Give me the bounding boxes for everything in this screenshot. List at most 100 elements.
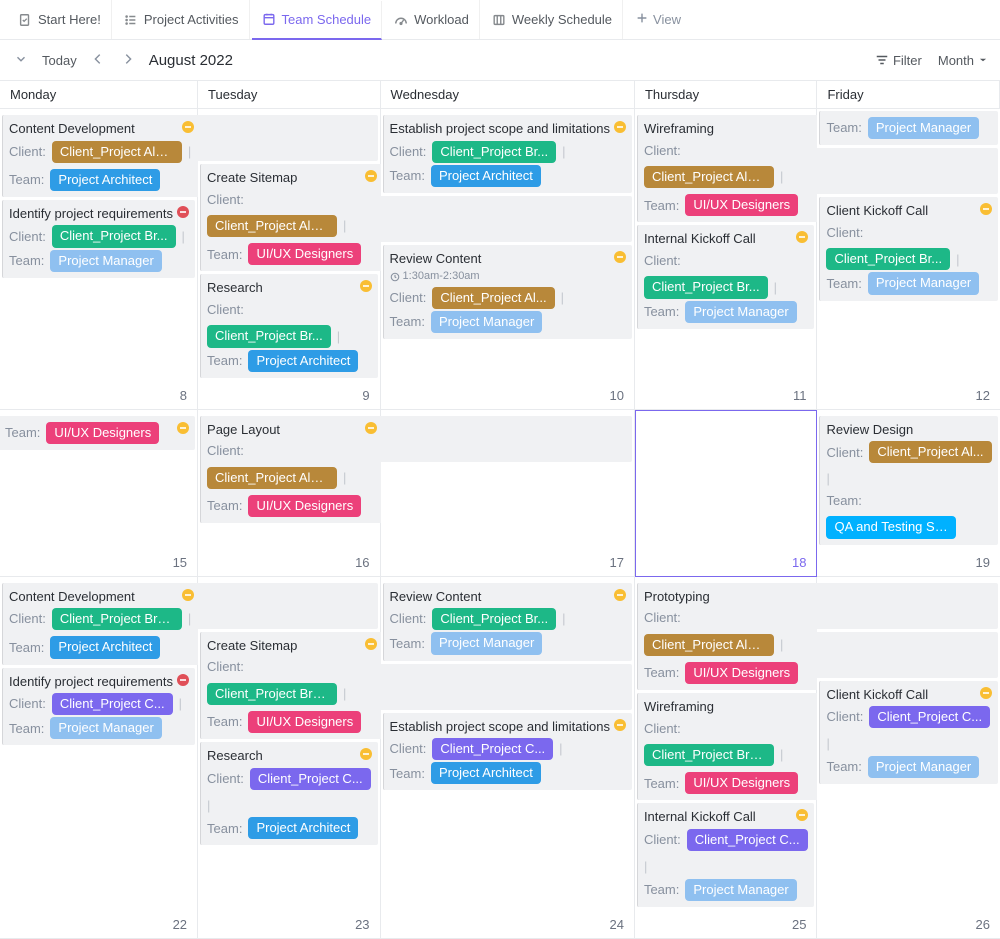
tag-chip[interactable]: UI/UX Designers	[685, 662, 798, 684]
tag-chip[interactable]: Client_Project C...	[432, 738, 553, 760]
tag-chip[interactable]: Project Manager	[868, 756, 979, 778]
tag-chip[interactable]: Client_Project Br...	[644, 276, 768, 298]
day-cell[interactable]: Client Kickoff CallClient:Client_Project…	[817, 577, 1000, 939]
filter-button[interactable]: Filter	[875, 53, 922, 68]
tag-chip[interactable]: Project Manager	[431, 632, 542, 654]
calendar-event[interactable]: Team:Project Manager	[819, 111, 998, 145]
tab-weekly-schedule[interactable]: Weekly Schedule	[482, 0, 623, 39]
calendar-event[interactable]	[816, 148, 998, 194]
tag-chip[interactable]: Project Manager	[685, 879, 796, 901]
tag-chip[interactable]: Project Architect	[431, 762, 541, 784]
add-view-button[interactable]: View	[625, 11, 691, 28]
tag-chip[interactable]: UI/UX Designers	[248, 711, 361, 733]
tag-chip[interactable]: Client_Project Alpha	[207, 215, 337, 237]
tag-chip[interactable]: Project Architect	[248, 817, 358, 839]
day-cell[interactable]: WireframingClient:Client_Project Alpha|T…	[635, 109, 818, 410]
tag-chip[interactable]: UI/UX Designers	[248, 495, 361, 517]
calendar-event[interactable]: Page LayoutClient:Client_Project Alpha|T…	[200, 416, 383, 523]
range-picker[interactable]: Month	[938, 53, 988, 68]
calendar-event[interactable]: PrototypingClient:Client_Project Alpha|T…	[637, 583, 820, 690]
calendar-event[interactable]: Content DevelopmentClient:Client_Project…	[2, 583, 200, 665]
day-cell[interactable]: Create SitemapClient:Client_Project Brav…	[198, 577, 381, 939]
tag-chip[interactable]: Client_Project Al...	[869, 441, 991, 463]
calendar-event[interactable]: Internal Kickoff CallClient:Client_Proje…	[637, 803, 815, 906]
tag-chip[interactable]: Project Architect	[431, 165, 541, 187]
day-cell[interactable]: Establish project scope and limitationsC…	[381, 109, 635, 410]
day-cell[interactable]: Page LayoutClient:Client_Project Alpha|T…	[198, 410, 381, 577]
tag-chip[interactable]: Client_Project C...	[869, 706, 990, 728]
tag-chip[interactable]: Client_Project C...	[687, 829, 808, 851]
calendar-event[interactable]	[380, 664, 632, 710]
calendar-event[interactable]: Create SitemapClient:Client_Project Alph…	[200, 164, 383, 271]
day-cell[interactable]: Create SitemapClient:Client_Project Alph…	[198, 109, 381, 410]
tag-chip[interactable]: Project Manager	[50, 717, 161, 739]
tag-chip[interactable]: UI/UX Designers	[685, 772, 798, 794]
day-cell[interactable]: PrototypingClient:Client_Project Alpha|T…	[635, 577, 818, 939]
calendar-event[interactable]: Establish project scope and limitationsC…	[383, 713, 632, 791]
calendar-event[interactable]: WireframingClient:Client_Project Bravo|T…	[637, 693, 820, 800]
tag-chip[interactable]: Client_Project Bravo	[207, 683, 337, 705]
tag-chip[interactable]: Client_Project Alpha	[644, 634, 774, 656]
tag-chip[interactable]: Project Manager	[868, 117, 979, 139]
tag-chip[interactable]: Project Manager	[431, 311, 542, 333]
day-cell[interactable]: Team:UI/UX Designers15	[0, 410, 198, 577]
tag-chip[interactable]: Client_Project Br...	[826, 248, 950, 270]
tag-chip[interactable]: UI/UX Designers	[685, 194, 798, 216]
day-cell[interactable]: Content DevelopmentClient:Client_Project…	[0, 109, 198, 410]
calendar-event[interactable]	[197, 115, 378, 161]
tab-team-schedule[interactable]: Team Schedule	[252, 1, 383, 40]
day-cell[interactable]: Review DesignClient:Client_Project Al...…	[817, 410, 1000, 577]
tag-chip[interactable]: Client_Project Bravo	[644, 744, 774, 766]
day-cell[interactable]: Team:Project Manager Client Kickoff CallC…	[817, 109, 1000, 410]
calendar-event[interactable]: Review DesignClient:Client_Project Al...…	[819, 416, 998, 545]
tag-chip[interactable]: Client_Project Br...	[432, 141, 556, 163]
calendar-event[interactable]	[816, 583, 998, 629]
calendar-event[interactable]: ResearchClient:Client_Project Br...|Team…	[200, 274, 378, 377]
day-cell[interactable]: Review ContentClient:Client_Project Br..…	[381, 577, 635, 939]
tag-chip[interactable]: Project Architect	[50, 636, 160, 658]
calendar-event[interactable]	[380, 196, 632, 242]
calendar-event[interactable]: Content DevelopmentClient:Client_Project…	[2, 115, 200, 197]
tag-chip[interactable]: Client_Project Alpha	[644, 166, 774, 188]
tag-chip[interactable]: Client_Project Br...	[432, 608, 556, 630]
tag-chip[interactable]: Project Manager	[868, 272, 979, 294]
tag-chip[interactable]: UI/UX Designers	[46, 422, 159, 444]
tag-chip[interactable]: QA and Testing Specialist	[826, 516, 956, 538]
calendar-event[interactable]: WireframingClient:Client_Project Alpha|T…	[637, 115, 820, 222]
tag-chip[interactable]: Client_Project Bravo	[52, 608, 182, 630]
calendar-event[interactable]: Identify project requirementsClient:Clie…	[2, 668, 195, 746]
tag-chip[interactable]: Client_Project C...	[250, 768, 371, 790]
calendar-event[interactable]: Team:UI/UX Designers	[0, 416, 195, 450]
calendar-event[interactable]: Internal Kickoff CallClient:Client_Proje…	[637, 225, 815, 328]
calendar-event[interactable]: Create SitemapClient:Client_Project Brav…	[200, 632, 383, 739]
calendar-event[interactable]	[816, 632, 998, 678]
tag-chip[interactable]: Project Architect	[50, 169, 160, 191]
tab-project-activities[interactable]: Project Activities	[114, 0, 250, 39]
calendar-event[interactable]: Review ContentClient:Client_Project Br..…	[383, 583, 632, 661]
tag-chip[interactable]: Client_Project C...	[52, 693, 173, 715]
tag-chip[interactable]: Project Architect	[248, 350, 358, 372]
tag-chip[interactable]: Project Manager	[50, 250, 161, 272]
next-month-button[interactable]	[119, 50, 137, 71]
calendar-event[interactable]: Identify project requirementsClient:Clie…	[2, 200, 195, 278]
tag-chip[interactable]: Project Manager	[685, 301, 796, 323]
tag-chip[interactable]: Client_Project Alpha	[52, 141, 182, 163]
calendar-event[interactable]: Client Kickoff CallClient:Client_Project…	[819, 197, 998, 300]
tag-chip[interactable]: Client_Project Al...	[432, 287, 554, 309]
tab-workload[interactable]: Workload	[384, 0, 480, 39]
calendar-event[interactable]: ResearchClient:Client_Project C...|Team:…	[200, 742, 378, 845]
calendar-event[interactable]: Review Content1:30am-2:30amClient:Client…	[383, 245, 632, 339]
prev-month-button[interactable]	[89, 50, 107, 71]
day-cell[interactable]: Content DevelopmentClient:Client_Project…	[0, 577, 198, 939]
today-button[interactable]: Today	[42, 53, 77, 68]
collapse-icon[interactable]	[12, 50, 30, 71]
calendar-event[interactable]: Establish project scope and limitationsC…	[383, 115, 632, 193]
tab-start-here-[interactable]: Start Here!	[8, 0, 112, 39]
calendar-event[interactable]	[197, 583, 378, 629]
tag-chip[interactable]: Client_Project Alpha	[207, 467, 337, 489]
tag-chip[interactable]: Client_Project Br...	[207, 325, 331, 347]
tag-chip[interactable]: UI/UX Designers	[248, 243, 361, 265]
calendar-event[interactable]: Client Kickoff CallClient:Client_Project…	[819, 681, 998, 784]
day-cell[interactable]: 17	[381, 410, 635, 577]
tag-chip[interactable]: Client_Project Br...	[52, 225, 176, 247]
